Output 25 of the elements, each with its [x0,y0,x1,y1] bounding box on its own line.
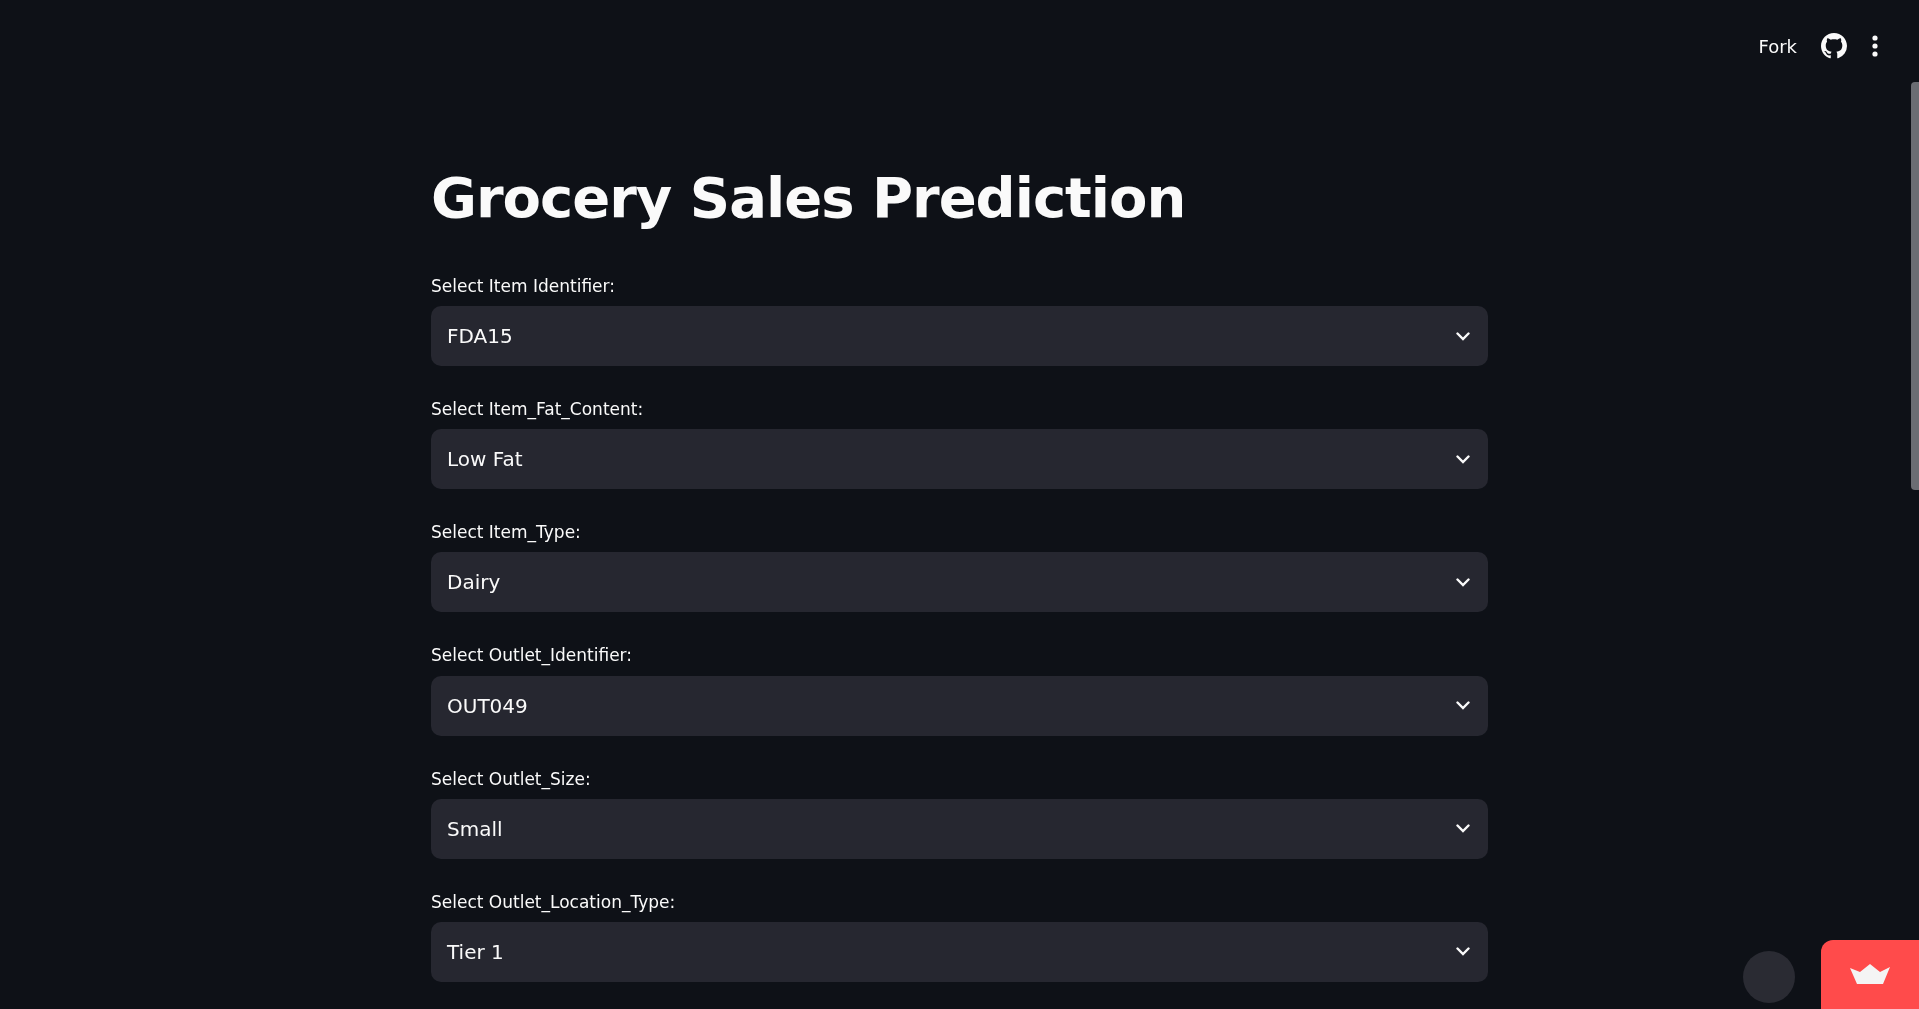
page-title: Grocery Sales Prediction [431,164,1187,232]
dropdown-select[interactable]: Low Fat [431,429,1488,490]
more-menu-icon[interactable] [1871,34,1879,58]
chevron-down-icon [1456,947,1470,957]
field-label: Select Outlet_Identifier: [431,644,634,667]
field-label: Select Outlet_Size: [431,767,592,790]
chevron-down-icon [1456,331,1470,341]
paper-boat-icon [1850,963,1890,986]
scrollbar-thumb[interactable] [1911,82,1919,490]
fork-link[interactable]: Fork [1758,32,1797,60]
dropdown-select[interactable]: Dairy [431,552,1488,613]
dropdown-select[interactable]: Small [431,798,1488,859]
github-icon[interactable] [1821,33,1847,59]
dropdown-select[interactable]: OUT049 [431,675,1488,736]
dropdown-select[interactable]: Tier 1 [431,921,1488,982]
field-label: Select Item_Fat_Content: [431,398,645,421]
field-label: Select Item Identifier: [431,275,616,298]
chevron-down-icon [1456,577,1470,587]
app-badge-button[interactable] [1821,940,1919,1009]
dropdown-select[interactable]: FDA15 [431,306,1488,367]
chevron-down-icon [1456,701,1470,711]
field-label: Select Item_Type: [431,521,582,544]
chevron-down-icon [1456,454,1470,464]
chevron-down-icon [1456,824,1470,834]
field-label: Select Outlet_Location_Type: [431,890,677,913]
